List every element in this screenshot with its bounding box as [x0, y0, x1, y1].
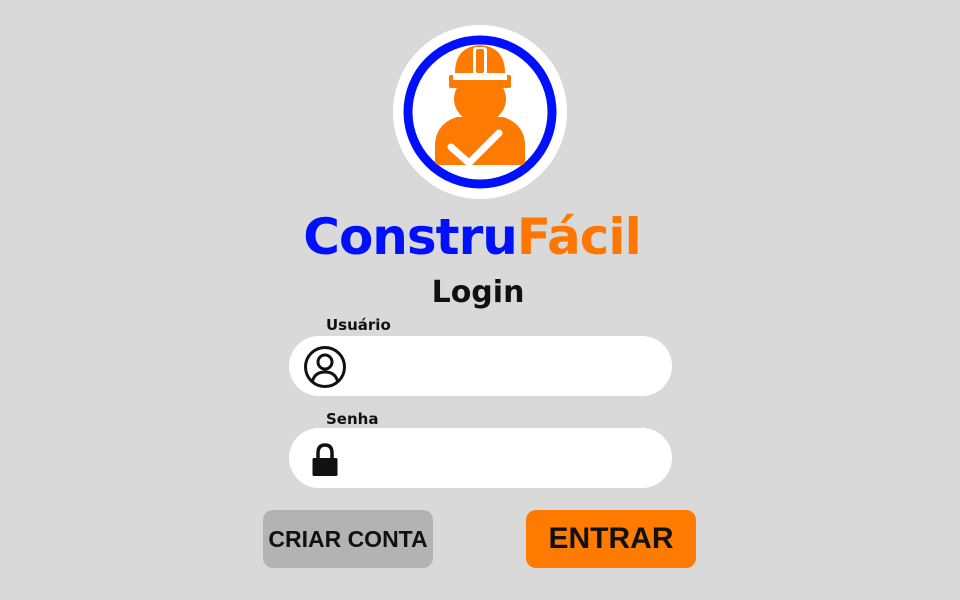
brand-name-part1: Constru	[303, 208, 518, 266]
enter-button[interactable]: ENTRAR	[526, 510, 696, 568]
brand-name: ConstruFácil	[0, 206, 944, 268]
password-field[interactable]	[289, 428, 672, 488]
construction-worker-icon	[403, 35, 557, 189]
app-logo	[393, 25, 567, 199]
username-input[interactable]	[359, 346, 653, 388]
username-label: Usuário	[326, 316, 391, 334]
create-account-button[interactable]: CRIAR CONTA	[263, 510, 433, 568]
brand-name-part2: Fácil	[516, 208, 642, 266]
password-input[interactable]	[359, 438, 653, 480]
username-field[interactable]	[289, 336, 672, 396]
password-label: Senha	[326, 410, 379, 428]
user-circle-icon	[304, 346, 346, 388]
lock-icon	[312, 443, 338, 476]
page-title: Login	[431, 275, 525, 310]
